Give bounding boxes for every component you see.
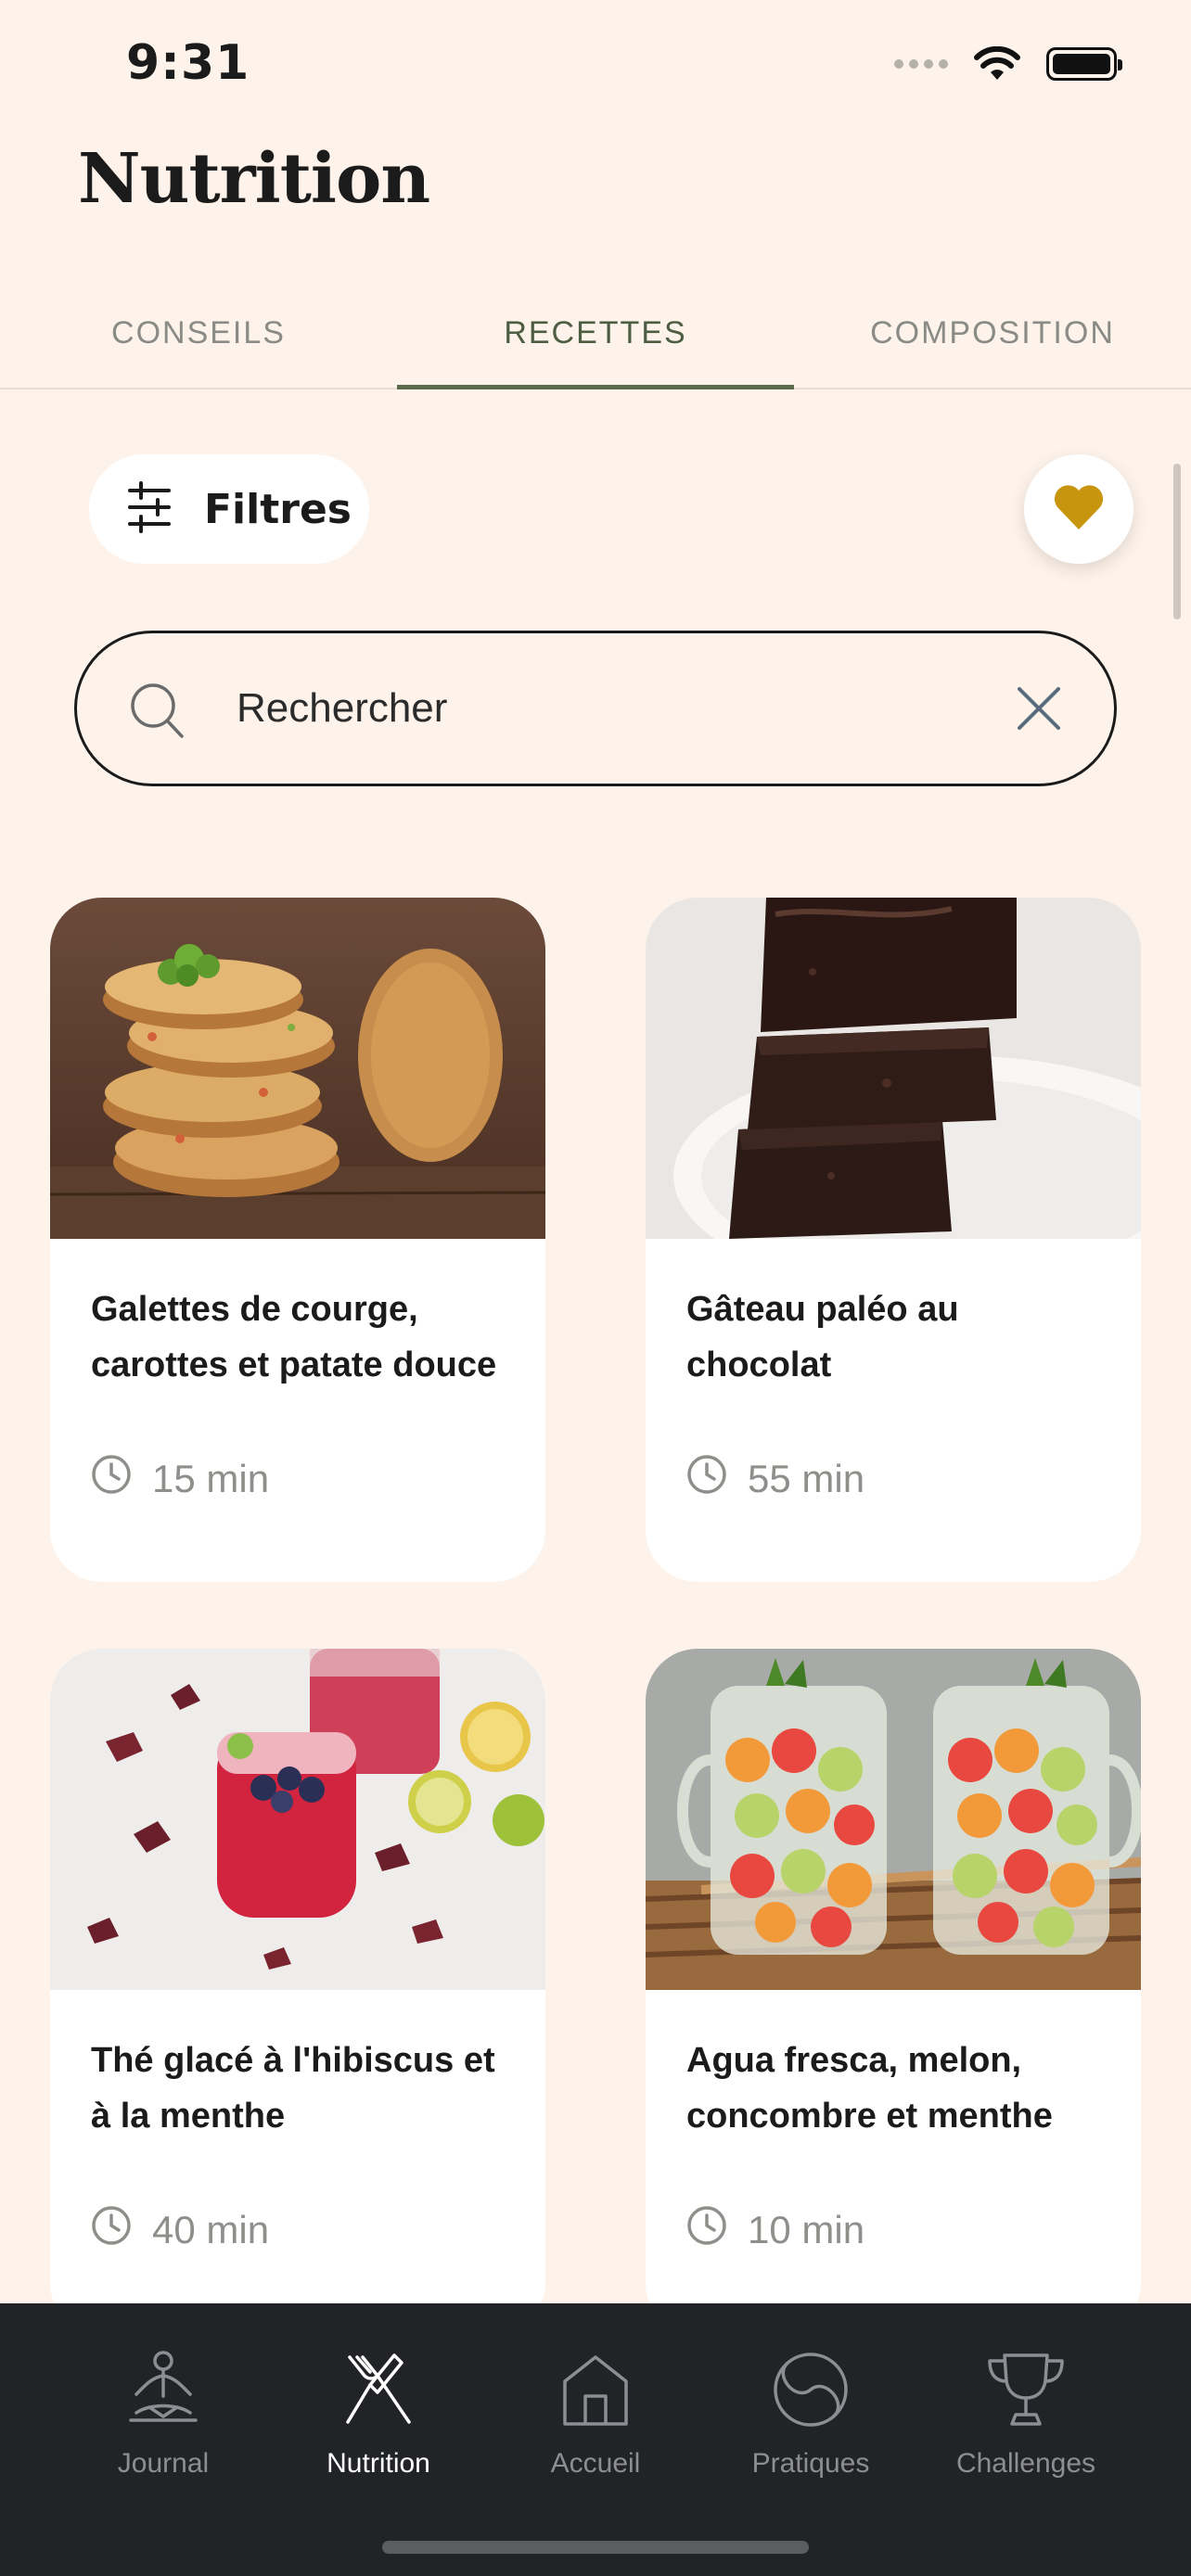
sliders-icon [126, 481, 173, 537]
recipe-time: 55 min [748, 1457, 865, 1500]
filters-label: Filtres [204, 485, 352, 533]
battery-icon [1046, 47, 1122, 81]
clock-icon [91, 1454, 132, 1504]
recipe-image-the-hibiscus [50, 1649, 545, 1990]
trophy-icon [984, 2348, 1068, 2435]
recipe-image-galettes [50, 898, 545, 1239]
home-icon [554, 2348, 637, 2435]
recipe-title: Gâteau paléo au chocolat [686, 1290, 959, 1384]
recipe-time: 15 min [152, 1457, 270, 1500]
recipe-duration: 15 min [91, 1454, 269, 1504]
home-indicator [382, 2541, 809, 2554]
recipe-duration: 40 min [91, 2205, 269, 2255]
status-time: 9:31 [126, 35, 250, 91]
page-title: Nutrition [78, 139, 430, 219]
recipe-title: Agua fresca, melon, concombre et menthe [686, 2041, 1053, 2136]
wifi-icon [974, 46, 1020, 82]
recipe-image-gateau [646, 898, 1141, 1239]
search-icon [129, 682, 185, 743]
favorites-button[interactable] [1024, 454, 1133, 564]
clock-icon [91, 2205, 132, 2255]
tabbar-label: Pratiques [751, 2448, 870, 2479]
tabbar-item-accueil[interactable]: Accueil [488, 2348, 703, 2480]
signal-icon [894, 59, 948, 69]
tab-bar-top: CONSEILS RECETTES COMPOSITION [0, 278, 1191, 389]
tabbar-item-pratiques[interactable]: Pratiques [703, 2348, 918, 2480]
recipe-card[interactable]: Gâteau paléo au chocolat 55 min [646, 898, 1141, 1582]
fork-knife-icon [337, 2348, 420, 2435]
tabbar-item-challenges[interactable]: Challenges [918, 2348, 1133, 2480]
recipe-image-agua-fresca [646, 1649, 1141, 1990]
tabbar-item-nutrition[interactable]: Nutrition [271, 2348, 486, 2480]
tab-composition[interactable]: COMPOSITION [794, 278, 1191, 388]
recipe-card[interactable]: Galettes de courge, carottes et patate d… [50, 898, 545, 1582]
recipe-title: Galettes de courge, carottes et patate d… [91, 1290, 497, 1384]
clock-icon [686, 1454, 727, 1504]
tabbar-item-journal[interactable]: Journal [56, 2348, 271, 2480]
recipe-card[interactable]: Thé glacé à l'hibiscus et à la menthe 40… [50, 1649, 545, 2335]
tabbar-label: Nutrition [327, 2448, 430, 2479]
clear-search-icon[interactable] [1016, 685, 1062, 735]
tab-recettes[interactable]: RECETTES [397, 278, 794, 389]
recipe-duration: 10 min [686, 2205, 864, 2255]
filters-button[interactable]: Filtres [89, 454, 369, 564]
bottom-tab-bar: Journal Nutrition Accueil Pratiques Chal… [0, 2303, 1191, 2576]
recipe-time: 40 min [152, 2208, 270, 2251]
tab-conseils[interactable]: CONSEILS [0, 278, 397, 388]
meditation-icon [122, 2348, 205, 2435]
recipe-card[interactable]: Agua fresca, melon, concombre et menthe … [646, 1649, 1141, 2335]
scrollbar[interactable] [1173, 464, 1181, 619]
tabbar-label: Accueil [550, 2448, 641, 2479]
recipe-time: 10 min [748, 2208, 865, 2251]
tabbar-label: Challenges [955, 2448, 1096, 2479]
search-input[interactable] [235, 670, 980, 746]
search-bar [74, 631, 1117, 786]
clock-icon [686, 2205, 727, 2255]
heart-icon [1052, 483, 1106, 535]
tabbar-label: Journal [117, 2448, 210, 2479]
status-icons [894, 46, 1122, 82]
recipe-title: Thé glacé à l'hibiscus et à la menthe [91, 2041, 495, 2136]
recipe-duration: 55 min [686, 1454, 864, 1504]
yin-yang-icon [769, 2348, 852, 2435]
